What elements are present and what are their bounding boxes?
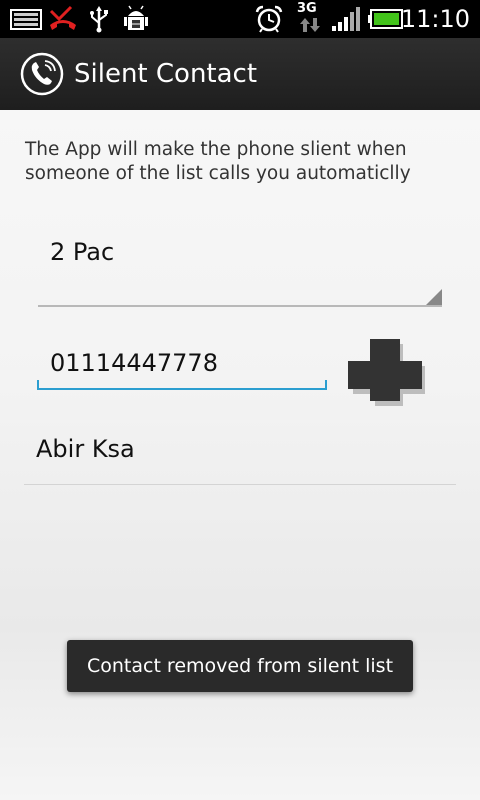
- input-edge-left: [37, 380, 39, 390]
- app-title: Silent Contact: [74, 59, 258, 89]
- network-type-label: 3G: [297, 1, 317, 16]
- phone-handset-icon[interactable]: [20, 52, 64, 96]
- silent-list-item[interactable]: Abir Ksa: [24, 418, 456, 485]
- message-icon: [10, 9, 42, 30]
- toast-message: Contact removed from silent list: [86, 655, 394, 677]
- phone-number-input[interactable]: [37, 338, 327, 390]
- contact-name: Abir Ksa: [36, 435, 135, 463]
- 3g-data-icon: 3G: [297, 1, 323, 33]
- missed-call-icon: [49, 5, 76, 30]
- alarm-icon: [255, 5, 283, 33]
- input-edge-right: [325, 380, 327, 390]
- spinner-underline: [38, 305, 442, 307]
- app-description: The App will make the phone slient when …: [25, 139, 411, 184]
- contact-spinner[interactable]: 2 Pac: [38, 222, 442, 307]
- android-debug-icon: [124, 5, 148, 30]
- dropdown-arrow-icon: [426, 289, 442, 305]
- contact-spinner-value: 2 Pac: [50, 238, 115, 266]
- status-bar: 3G 11:10: [0, 0, 480, 38]
- add-contact-button[interactable]: [345, 326, 425, 406]
- signal-icon: [332, 7, 360, 31]
- clock: 11:10: [400, 5, 470, 33]
- usb-icon: [90, 6, 108, 33]
- action-bar: Silent Contact: [0, 38, 480, 111]
- battery-icon: [368, 9, 403, 29]
- toast: Contact removed from silent list: [67, 640, 413, 692]
- plus-icon: [348, 339, 425, 406]
- main-content: The App will make the phone slient when …: [0, 110, 480, 800]
